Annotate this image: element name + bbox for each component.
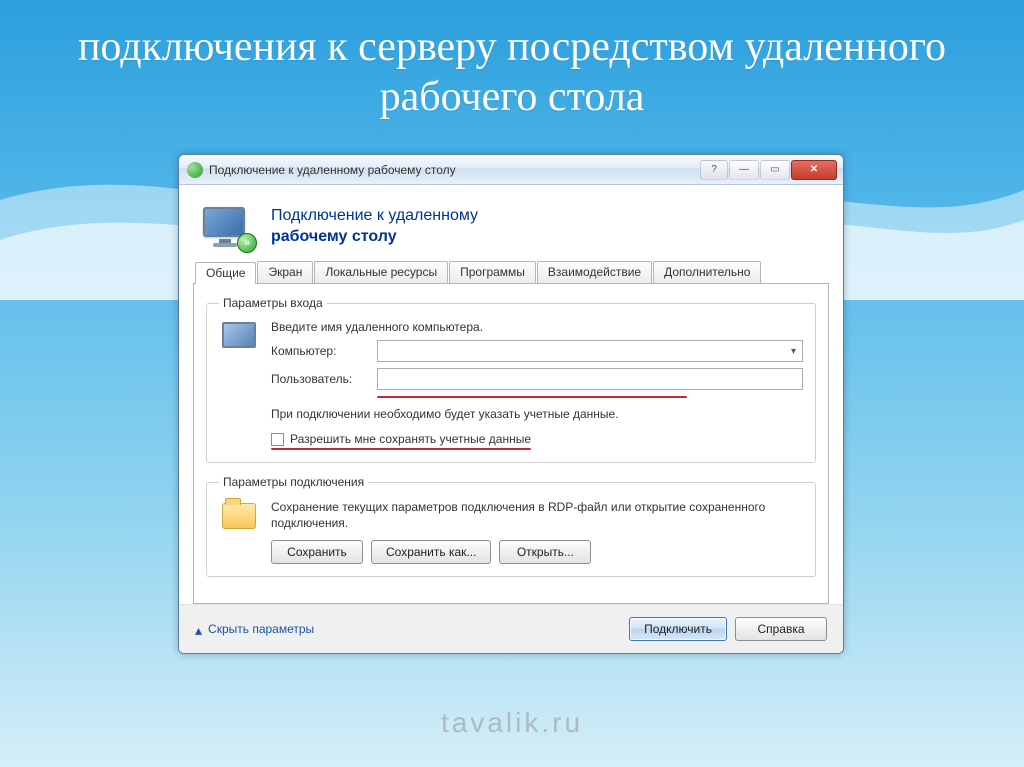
credentials-note: При подключении необходимо будет указать… [271,406,803,422]
folder-icon [219,499,259,529]
help-button-icon[interactable]: ? [700,160,728,180]
connect-button[interactable]: Подключить [629,617,727,641]
maximize-button[interactable]: ▭ [760,160,790,180]
help-button[interactable]: Справка [735,617,827,641]
save-button[interactable]: Сохранить [271,540,363,564]
tab-strip: Общие Экран Локальные ресурсы Программы … [193,261,829,284]
computer-icon [219,320,259,348]
tab-display[interactable]: Экран [257,261,313,283]
chevron-down-icon: ▾ [791,346,796,357]
header-line-1: Подключение к удаленному [271,206,478,227]
tab-local-resources[interactable]: Локальные ресурсы [314,261,448,283]
save-as-button[interactable]: Сохранить как... [371,540,491,564]
titlebar[interactable]: Подключение к удаленному рабочему столу … [179,155,843,185]
login-instruction: Введите имя удаленного компьютера. [271,320,803,334]
connection-description: Сохранение текущих параметров подключени… [271,499,803,531]
dialog-header: » Подключение к удаленному рабочему стол… [193,197,829,261]
computer-combobox[interactable]: ▾ [377,340,803,362]
computer-label: Компьютер: [271,344,367,358]
watermark: tavalik.ru [441,707,583,739]
window-title: Подключение к удаленному рабочему столу [209,163,700,177]
user-field[interactable] [377,368,803,390]
collapse-arrow-icon: ▴ [195,627,202,634]
connection-legend: Параметры подключения [219,475,368,489]
rdp-icon: » [199,203,255,251]
hide-parameters-link[interactable]: ▴ Скрыть параметры [195,622,314,636]
tab-programs[interactable]: Программы [449,261,536,283]
tab-general[interactable]: Общие [195,262,256,284]
rdp-dialog: Подключение к удаленному рабочему столу … [178,154,844,654]
save-credentials-checkbox[interactable] [271,433,284,446]
annotation-underline-user [377,396,687,398]
connection-parameters-group: Параметры подключения Сохранение текущих… [206,475,816,576]
save-credentials-label: Разрешить мне сохранять учетные данные [290,432,531,446]
hide-parameters-label: Скрыть параметры [208,622,314,636]
tab-panel-general: Параметры входа Введите имя удаленного к… [193,284,829,604]
header-line-2: рабочему столу [271,227,478,248]
annotation-underline-checkbox [271,448,531,450]
minimize-button[interactable]: — [729,160,759,180]
open-button[interactable]: Открыть... [499,540,591,564]
tab-advanced[interactable]: Дополнительно [653,261,761,283]
close-button[interactable]: ✕ [791,160,837,180]
app-icon [187,162,203,178]
slide-title: подключения к серверу посредством удален… [0,22,1024,123]
dialog-footer: ▴ Скрыть параметры Подключить Справка [179,604,843,653]
user-label: Пользователь: [271,372,367,386]
tab-experience[interactable]: Взаимодействие [537,261,652,283]
login-legend: Параметры входа [219,296,327,310]
login-parameters-group: Параметры входа Введите имя удаленного к… [206,296,816,463]
